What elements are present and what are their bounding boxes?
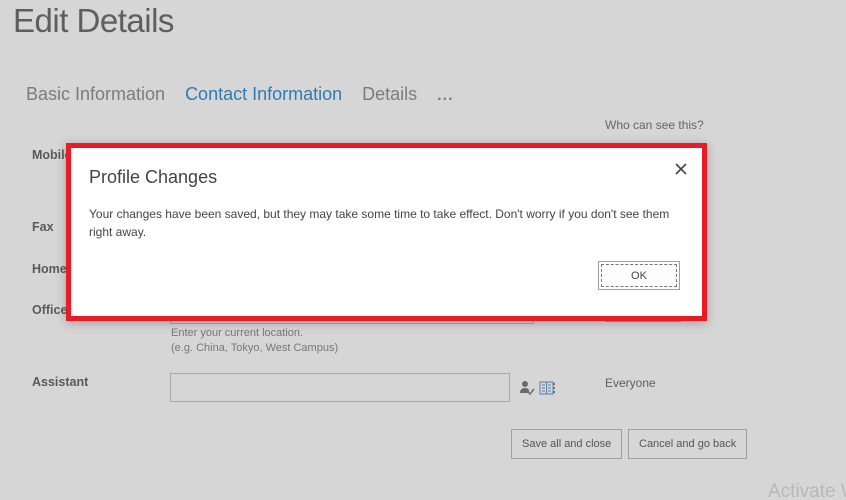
ok-button[interactable]: OK	[598, 261, 680, 290]
tab-more[interactable]: ...	[437, 87, 453, 105]
hint-line-2: (e.g. China, Tokyo, West Campus)	[171, 342, 339, 354]
tab-bar: Basic Information Contact Information De…	[26, 84, 474, 105]
tab-contact-information[interactable]: Contact Information	[185, 84, 342, 105]
profile-changes-dialog: Profile Changes Your changes have been s…	[66, 143, 707, 321]
dialog-message: Your changes have been saved, but they m…	[89, 207, 670, 239]
address-book-icon[interactable]	[539, 381, 556, 400]
assistant-visibility[interactable]: Everyone	[605, 376, 656, 390]
fax-label: Fax	[32, 220, 54, 234]
who-can-see-header: Who can see this?	[605, 118, 704, 132]
page-title: Edit Details	[13, 2, 174, 39]
office-location-hint: Enter your current location. (e.g. China…	[171, 326, 338, 356]
assistant-icons	[519, 380, 556, 400]
save-all-and-close-button[interactable]: Save all and close	[511, 429, 623, 459]
assistant-label: Assistant	[32, 375, 89, 389]
activate-windows-watermark: Activate Windows	[768, 481, 846, 500]
assistant-input[interactable]	[170, 373, 510, 402]
tab-basic-information[interactable]: Basic Information	[26, 84, 165, 105]
close-icon[interactable]	[673, 161, 689, 177]
dialog-title: Profile Changes	[89, 167, 218, 187]
person-check-icon[interactable]	[519, 380, 535, 400]
ok-button-label: OK	[601, 264, 677, 287]
cancel-and-go-back-button[interactable]: Cancel and go back	[628, 429, 748, 459]
hint-line-1: Enter your current location.	[171, 327, 304, 339]
tab-details[interactable]: Details	[362, 84, 417, 105]
